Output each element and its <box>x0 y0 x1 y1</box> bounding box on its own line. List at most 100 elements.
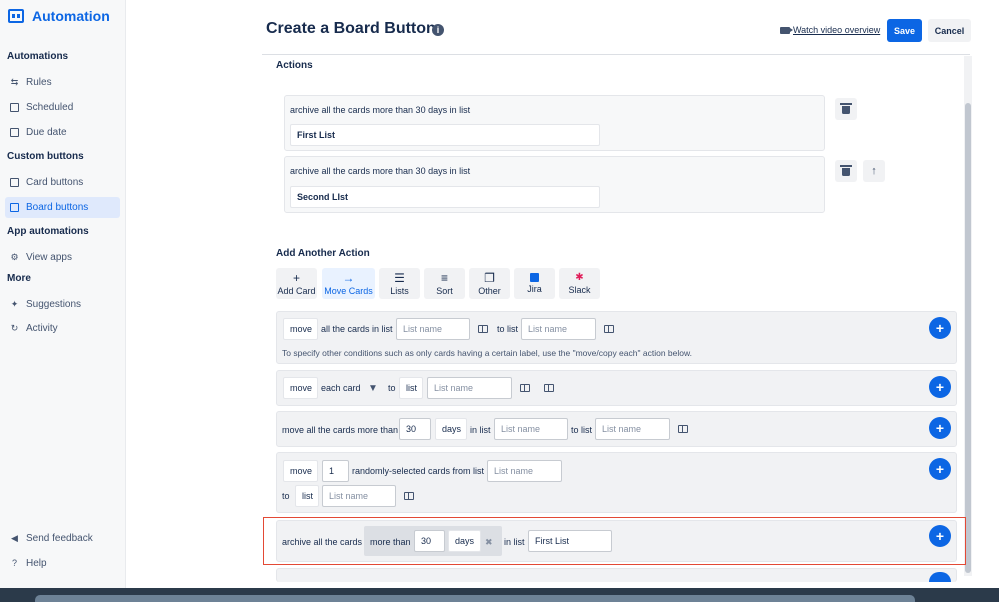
tab-move-cards[interactable]: → Move Cards <box>322 268 375 299</box>
sidebar-item-due-date[interactable]: Due date <box>5 122 120 143</box>
sliders-icon: ⇆ <box>10 77 19 87</box>
tab-jira[interactable]: Jira <box>514 268 555 299</box>
arrow-right-icon: → <box>342 270 355 285</box>
move-select[interactable]: move <box>283 377 318 399</box>
add-action-button[interactable]: + <box>929 458 951 480</box>
sidebar-item-card-buttons[interactable]: Card buttons <box>5 172 120 193</box>
move-select[interactable]: move <box>283 460 318 482</box>
board-icon <box>10 203 19 212</box>
action-list-value: Second LIst <box>290 186 600 208</box>
sidebar-item-rules[interactable]: ⇆ Rules <box>5 72 120 93</box>
automation-icon <box>8 9 24 23</box>
board-picker-button[interactable] <box>515 378 535 398</box>
days-input[interactable]: 30 <box>399 418 431 440</box>
tab-label: Jira <box>527 284 542 294</box>
action-row-move-each: move each card ▼ to list List name <box>276 370 957 406</box>
tab-lists[interactable]: ☰ Lists <box>379 268 420 299</box>
save-button[interactable]: Save <box>887 19 922 42</box>
action-card: archive all the cards more than 30 days … <box>284 156 825 213</box>
source-list-input[interactable]: List name <box>396 318 470 340</box>
move-select[interactable]: move <box>283 318 318 340</box>
target-list-input[interactable]: List name <box>521 318 596 340</box>
filter-icon: ▼ <box>368 382 378 394</box>
watch-video-link[interactable]: Watch video overview <box>780 25 880 35</box>
sparkle-icon: ✦ <box>10 299 19 309</box>
sidebar: Automation Automations ⇆ Rules Scheduled… <box>0 0 126 590</box>
sidebar-item-view-apps[interactable]: ⚙ View apps <box>5 247 120 268</box>
tab-other[interactable]: ❐ Other <box>469 268 510 299</box>
tab-add-card[interactable]: + Add Card <box>276 268 317 299</box>
days-select[interactable]: days <box>435 418 467 440</box>
sidebar-item-label: Activity <box>26 323 58 334</box>
sidebar-item-label: Scheduled <box>26 102 74 113</box>
sidebar-item-label: Suggestions <box>26 299 82 310</box>
list-select[interactable]: list <box>295 485 319 507</box>
filter-button[interactable]: ▼ <box>363 378 383 398</box>
to-list-label: to list <box>571 425 593 435</box>
sidebar-item-help[interactable]: ? Help <box>5 553 120 574</box>
board-picker-button[interactable] <box>673 419 693 439</box>
section-automations: Automations <box>7 51 69 62</box>
tab-label: Sort <box>436 285 453 296</box>
tab-label: Other <box>478 285 501 296</box>
brand[interactable]: Automation <box>8 8 110 24</box>
cancel-button[interactable]: Cancel <box>928 19 971 42</box>
target-list-input[interactable]: List name <box>322 485 396 507</box>
sidebar-item-suggestions[interactable]: ✦ Suggestions <box>5 294 120 315</box>
sidebar-item-label: Send feedback <box>26 533 93 544</box>
calendar-button[interactable] <box>539 378 559 398</box>
add-action-heading: Add Another Action <box>276 248 370 259</box>
section-custom-buttons: Custom buttons <box>7 151 84 162</box>
action-list-value: First List <box>290 124 600 146</box>
jira-icon <box>530 273 539 282</box>
divider <box>262 54 970 55</box>
count-input[interactable]: 1 <box>322 460 349 482</box>
board-icon <box>678 425 688 433</box>
info-icon[interactable]: i <box>432 24 444 36</box>
board-icon <box>478 325 488 333</box>
trash-icon <box>840 103 852 114</box>
tab-sort[interactable]: ≡ Sort <box>424 268 465 299</box>
video-camera-icon <box>780 26 793 34</box>
list-select[interactable]: list <box>399 377 423 399</box>
source-list-input[interactable]: List name <box>494 418 568 440</box>
sidebar-item-send-feedback[interactable]: ◀ Send feedback <box>5 528 120 549</box>
move-up-button[interactable]: ↑ <box>863 160 885 182</box>
all-cards-label: all the cards in list <box>321 324 393 334</box>
gear-icon: ⚙ <box>10 252 19 262</box>
tab-label: Lists <box>390 285 409 296</box>
section-more: More <box>7 273 31 284</box>
tab-slack[interactable]: ✱ Slack <box>559 268 600 299</box>
sidebar-item-label: Help <box>26 558 47 569</box>
tab-label: Slack <box>568 285 591 295</box>
megaphone-icon: ◀ <box>11 533 18 543</box>
random-cards-label: randomly-selected cards from list <box>352 466 485 476</box>
add-action-button[interactable]: + <box>929 376 951 398</box>
board-picker-button[interactable] <box>473 319 493 339</box>
calendar-icon <box>10 103 19 112</box>
board-picker-button[interactable] <box>399 486 419 506</box>
add-action-button[interactable]: + <box>929 317 951 339</box>
sidebar-item-label: View apps <box>26 252 72 263</box>
calendar-icon <box>544 384 554 392</box>
os-dock <box>35 595 915 602</box>
highlight-box <box>263 517 966 565</box>
scrollbar-thumb[interactable] <box>965 103 971 573</box>
target-list-input[interactable]: List name <box>427 377 512 399</box>
add-action-button[interactable]: + <box>929 417 951 439</box>
move-older-label: move all the cards more than <box>282 425 399 435</box>
to-list-label: to list <box>497 324 519 334</box>
board-picker-button[interactable] <box>599 319 619 339</box>
target-list-input[interactable]: List name <box>595 418 670 440</box>
sidebar-item-board-buttons[interactable]: Board buttons <box>5 197 120 218</box>
card-icon <box>10 178 19 187</box>
board-icon <box>520 384 530 392</box>
sidebar-item-scheduled[interactable]: Scheduled <box>5 97 120 118</box>
source-list-input[interactable]: List name <box>487 460 562 482</box>
delete-action-button[interactable] <box>835 160 857 182</box>
watch-video-label: Watch video overview <box>793 25 881 35</box>
action-row-move-all: move all the cards in list List name to … <box>276 311 957 364</box>
delete-action-button[interactable] <box>835 98 857 120</box>
calendar-icon <box>10 128 19 137</box>
sidebar-item-activity[interactable]: ↻ Activity <box>5 318 120 339</box>
